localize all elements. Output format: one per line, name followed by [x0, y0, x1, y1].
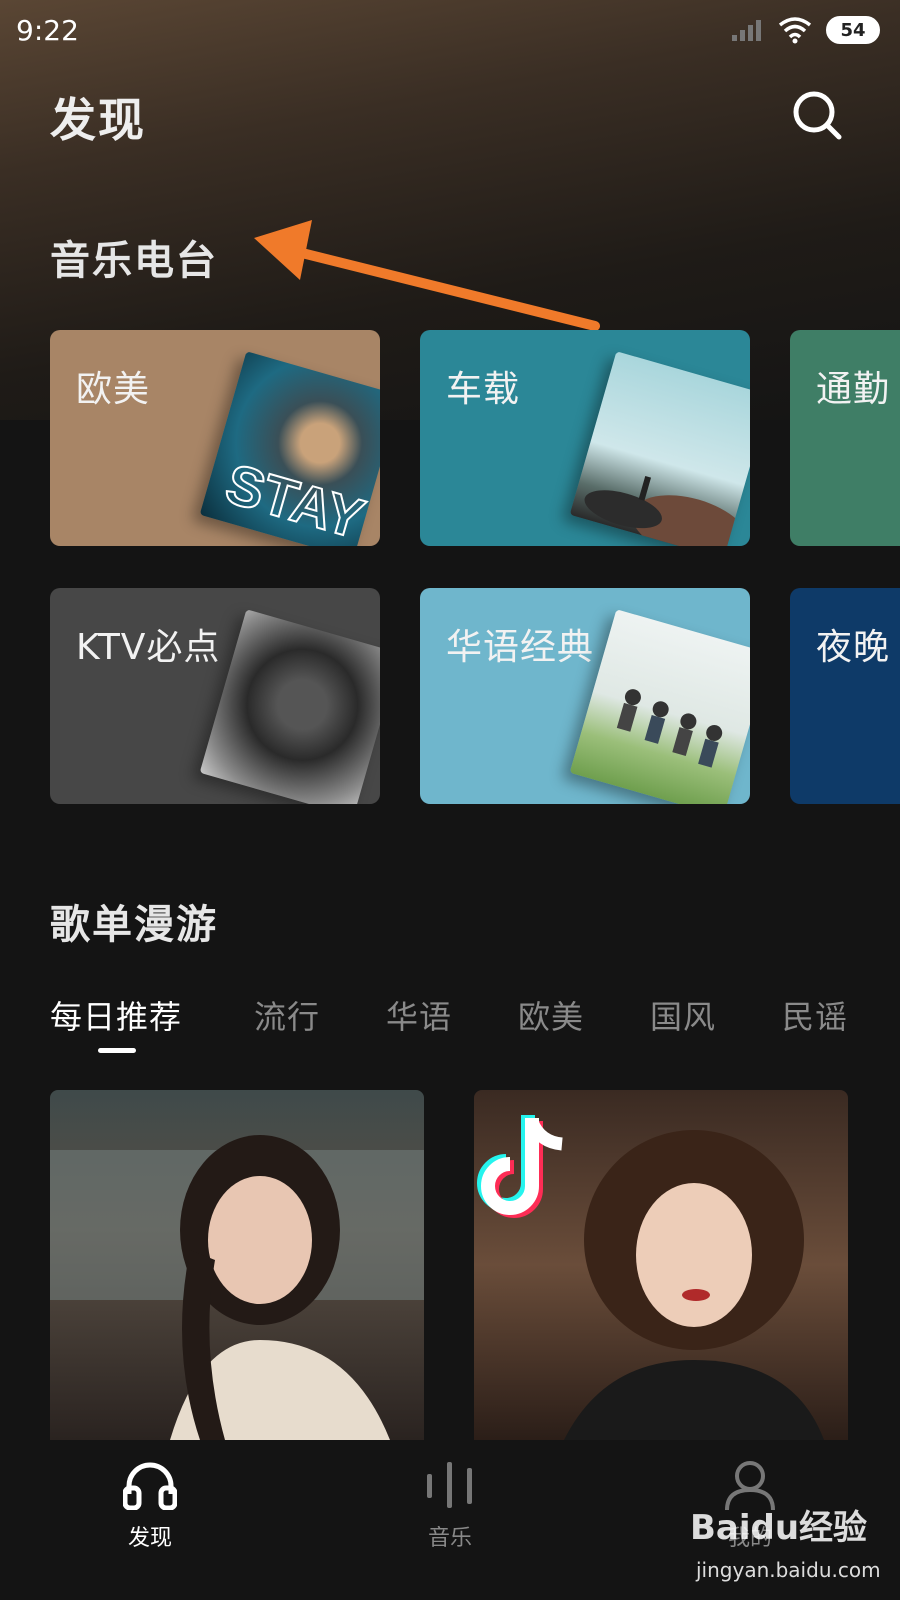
tab-huayu[interactable]: 华语	[386, 992, 452, 1038]
tab-meiri-tuijian[interactable]: 每日推荐	[50, 992, 182, 1038]
album-art-band	[616, 689, 723, 768]
radio-card-label: 华语经典	[446, 627, 595, 668]
radio-section-title: 音乐电台	[50, 238, 218, 284]
album-art	[569, 609, 750, 804]
playlist-section-title: 歌单漫游	[50, 902, 218, 948]
watermark-url: jingyan.baidu.com	[696, 1558, 881, 1582]
svg-text:STAY: STAY	[219, 451, 371, 546]
radio-card-tongqin[interactable]: 通勤	[790, 330, 900, 546]
radio-card-chezai[interactable]: 车载	[420, 330, 750, 546]
radio-card-huayu[interactable]: 华语经典	[420, 588, 750, 804]
bars-icon	[427, 1462, 472, 1508]
tab-oumei[interactable]: 欧美	[518, 992, 584, 1038]
album-art	[199, 609, 380, 804]
album-art: STAY	[199, 351, 380, 546]
album-art-rock	[584, 475, 749, 546]
tab-minyao[interactable]: 民谣	[782, 992, 848, 1038]
radio-card-label: 夜晚	[816, 627, 891, 668]
battery-icon: 54	[826, 16, 880, 44]
page-title: 发现	[50, 93, 146, 147]
active-tab-indicator	[98, 1048, 136, 1053]
album-art	[569, 351, 750, 546]
annotation-arrow	[254, 220, 600, 331]
nav-label: 发现	[127, 1526, 172, 1551]
radio-card-label: 欧美	[76, 369, 151, 410]
search-icon	[793, 91, 842, 140]
nav-item-yinyue[interactable]: 音乐	[390, 1460, 510, 1552]
radio-card-ktv[interactable]: KTV必点	[50, 588, 380, 804]
tab-guofeng[interactable]: 国风	[650, 992, 716, 1038]
status-bar: 9:22 54	[0, 0, 900, 60]
nav-item-faxian[interactable]: 发现	[90, 1460, 210, 1552]
status-icons: 54	[730, 14, 880, 46]
playlist-cover	[50, 1135, 424, 1440]
radio-card-oumei[interactable]: 欧美 STAY	[50, 330, 380, 546]
headphones-icon	[122, 1462, 178, 1511]
battery-level: 54	[834, 19, 872, 41]
radio-card-yewan[interactable]: 夜晚	[790, 588, 900, 804]
radio-card-label: 车载	[446, 369, 521, 410]
radio-card-label: 通勤	[816, 369, 891, 410]
douyin-icon	[477, 1115, 563, 1218]
album-art-stay: STAY	[218, 450, 372, 546]
status-time: 9:22	[16, 14, 79, 47]
tab-liuxing[interactable]: 流行	[254, 992, 320, 1038]
playlist-card[interactable]	[50, 1090, 424, 1440]
watermark-logo: Baidu经验	[690, 1508, 868, 1548]
signal-icon	[732, 20, 761, 41]
nav-label: 音乐	[427, 1526, 472, 1551]
radio-card-label: KTV必点	[76, 627, 221, 668]
playlist-card[interactable]	[474, 1090, 848, 1440]
search-button[interactable]	[790, 88, 846, 144]
baidu-watermark: Baidu经验 jingyan.baidu.com	[690, 1500, 890, 1590]
wifi-icon	[778, 17, 812, 44]
playlist-tabs: 每日推荐 流行 华语 欧美 国风 民谣	[50, 992, 900, 1052]
